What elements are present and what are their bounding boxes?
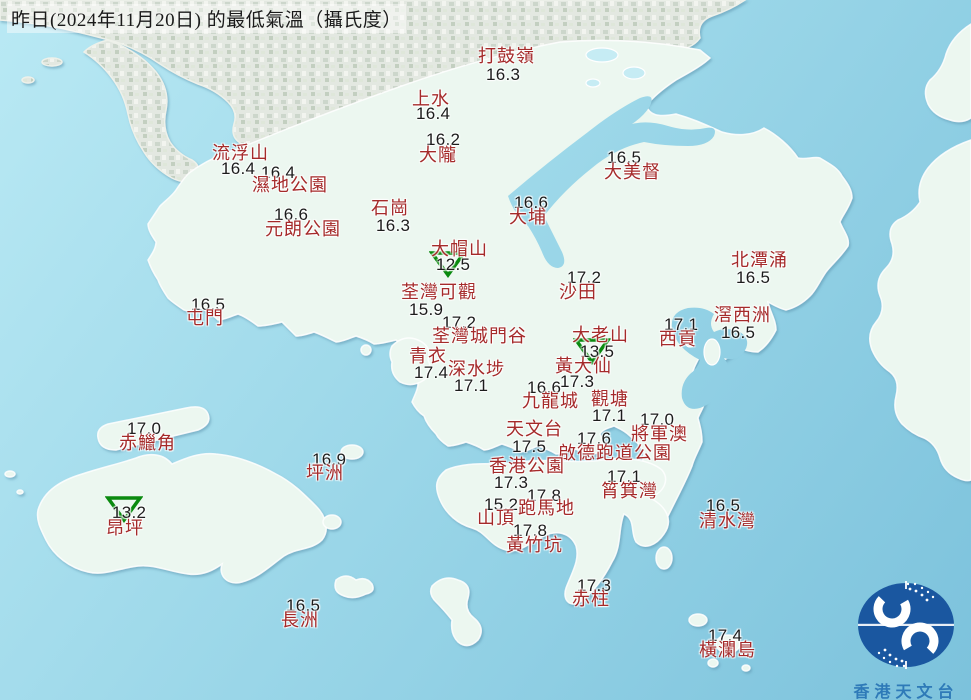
station-name: 天文台: [506, 419, 563, 439]
station-name: 筲箕灣: [601, 481, 658, 501]
station-temperature: 17.3: [494, 473, 529, 492]
station-name: 大老山: [572, 325, 629, 345]
weather-map-canvas: 昨日(2024年11月20日) 的最低氣溫（攝氏度） 16.3 打鼓嶺 16.4 上水…: [0, 0, 971, 700]
station-name: 啟德跑道公園: [558, 443, 672, 463]
station-name: 昂坪: [106, 518, 144, 538]
hko-logo: 香港天文台 HONG KONG OBSERVATORY: [810, 578, 971, 700]
station-name: 黃大仙: [555, 356, 612, 376]
station-name: 大隴: [419, 145, 457, 165]
station-temperature: 15.9: [409, 300, 444, 319]
hko-logo-icon: [858, 581, 954, 669]
station-temperature: 16.5: [736, 268, 771, 287]
station-name: 石崗: [371, 198, 409, 218]
station-name: 大埔: [509, 207, 547, 227]
station-name: 觀塘: [591, 389, 629, 409]
station-name: 打鼓嶺: [478, 46, 535, 66]
station-name: 上水: [412, 89, 450, 109]
map-title: 昨日(2024年11月20日) 的最低氣溫（攝氏度）: [7, 4, 406, 33]
station-name: 九龍城: [522, 391, 579, 411]
station-name: 橫瀾島: [699, 640, 756, 660]
station-name: 清水灣: [699, 511, 756, 531]
station-name: 滘西洲: [714, 305, 771, 325]
station-name: 元朗公園: [265, 219, 341, 239]
station-temperature: 17.5: [512, 437, 547, 456]
station-name: 將軍澳: [631, 424, 688, 444]
logo-text-chinese: 香港天文台: [853, 684, 959, 700]
station-name: 長洲: [281, 610, 319, 630]
station-name: 荃灣城門谷: [432, 326, 527, 346]
station-temperature: 16.5: [721, 323, 756, 342]
station-name: 跑馬地: [518, 498, 575, 518]
station-name: 屯門: [186, 308, 224, 328]
station-name: 赤柱: [572, 589, 610, 609]
station-name: 北潭涌: [731, 250, 788, 270]
station-name: 荃灣可觀: [401, 282, 477, 302]
station-temperature: 16.3: [486, 65, 521, 84]
station-name: 黃竹坑: [506, 535, 563, 555]
station-name: 赤鱲角: [119, 433, 176, 453]
station-temperature: 17.1: [592, 406, 627, 425]
station-name: 大帽山: [431, 239, 488, 259]
station-name: 沙田: [559, 282, 597, 302]
station-name: 西貢: [659, 329, 697, 349]
station-name: 大美督: [604, 162, 661, 182]
station-temperature: 17.1: [454, 376, 489, 395]
station-temperature: 16.3: [376, 216, 411, 235]
station-name: 青衣: [409, 346, 447, 366]
station-name: 濕地公園: [252, 175, 328, 195]
station-name: 坪洲: [306, 463, 344, 483]
station-name: 深水埗: [448, 359, 505, 379]
station-temperature: 17.4: [414, 363, 449, 382]
station-name: 香港公園: [489, 456, 565, 476]
station-name: 山頂: [477, 508, 515, 528]
station-name: 流浮山: [212, 143, 269, 163]
